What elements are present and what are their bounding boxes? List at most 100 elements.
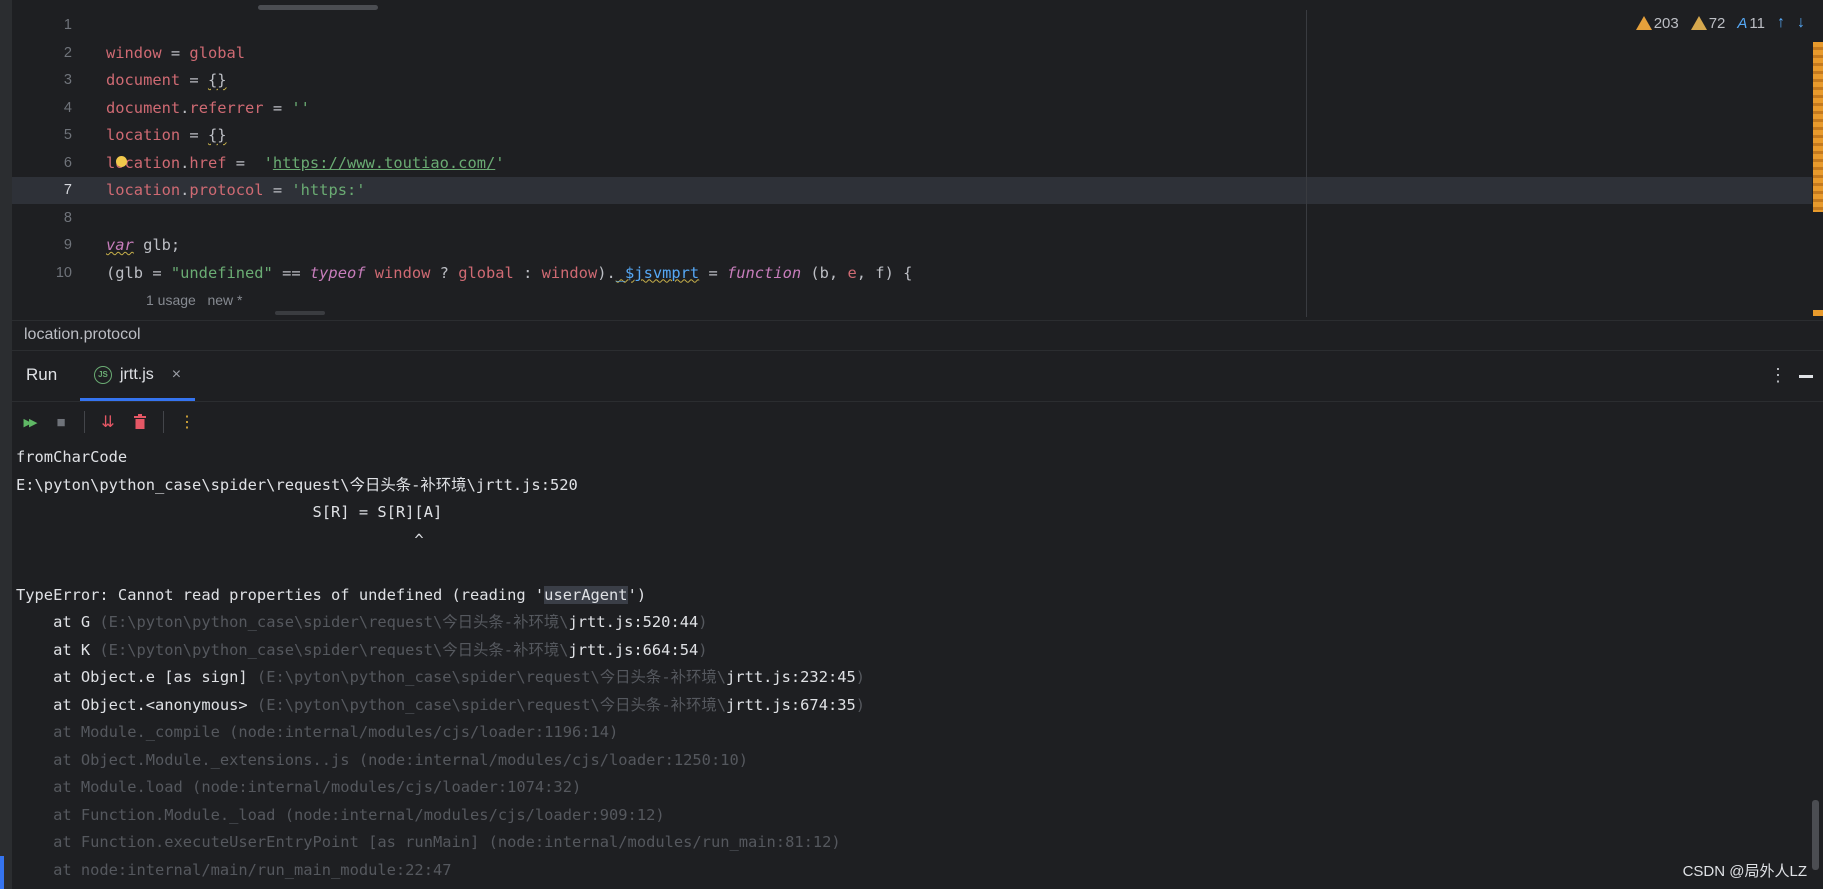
error-stripe-marker[interactable]: [1813, 310, 1823, 316]
code-token: {}: [207, 126, 227, 144]
code-token: '': [291, 98, 310, 117]
code-token: ': [495, 153, 505, 172]
breadcrumb[interactable]: location.protocol: [12, 320, 1823, 349]
stack-file-link[interactable]: jrtt.js:232:45: [726, 668, 856, 686]
code-line-2[interactable]: window = global: [106, 40, 1803, 68]
code-line-9[interactable]: var glb;: [106, 232, 1803, 260]
line-number: 1: [63, 17, 72, 33]
tab-jrtt-js[interactable]: JS jrtt.js ×: [80, 351, 196, 401]
console-line: S[R] = S[R][A]: [16, 503, 443, 521]
code-token: referrer: [189, 98, 264, 117]
internal-stack-frame: at Function.executeUserEntryPoint [as ru…: [16, 833, 841, 851]
code-token: =: [161, 43, 190, 62]
stack-at: at K: [16, 640, 100, 659]
stack-end: ): [855, 668, 866, 686]
code-token: =: [263, 98, 292, 117]
clear-trash-icon[interactable]: [131, 413, 149, 431]
console-vertical-scrollbar[interactable]: [1812, 800, 1819, 870]
line-number-gutter[interactable]: 1 2 3 4 5 6 7 8 9 10: [12, 12, 102, 287]
internal-stack-frame: at Function.Module._load (node:internal/…: [16, 805, 665, 824]
code-token: =: [180, 71, 208, 89]
code-token: global: [189, 43, 246, 62]
prev-problem-arrow-icon[interactable]: ↑: [1777, 14, 1785, 32]
lightbulb-icon[interactable]: [116, 155, 127, 167]
typo-count[interactable]: A 11: [1737, 15, 1765, 32]
code-line-10[interactable]: (glb = "undefined" == typeof window ? gl…: [106, 260, 1803, 288]
stack-file-link[interactable]: jrtt.js:674:35: [726, 696, 856, 714]
more-options-icon[interactable]: ⋮: [1769, 365, 1787, 386]
stop-icon[interactable]: ■: [52, 413, 70, 431]
stack-end: ): [855, 695, 866, 714]
selected-text[interactable]: userAgent: [544, 585, 628, 604]
code-token: function: [726, 263, 802, 282]
code-token: glb;: [133, 236, 181, 254]
stack-frame: at K (E:\pyton\python_case\spider\reques…: [16, 637, 1803, 665]
stack-end: ): [698, 613, 708, 631]
nodejs-icon: JS: [94, 365, 112, 384]
code-token: _$jsvmprt: [615, 263, 700, 282]
usage-hint[interactable]: 1 usage new *: [106, 287, 1803, 315]
stack-file-link[interactable]: jrtt.js:664:54: [569, 641, 699, 659]
line-number: 4: [63, 99, 72, 116]
error-stripe[interactable]: [1813, 42, 1823, 212]
left-tool-strip: [0, 0, 12, 889]
console-output[interactable]: fromCharCode E:\pyton\python_case\spider…: [16, 444, 1803, 889]
left-accent-bar: [0, 856, 4, 889]
close-icon[interactable]: ×: [172, 366, 181, 384]
more-icon[interactable]: ⋮: [178, 413, 196, 431]
run-title: Run: [26, 365, 58, 384]
stack-path: (E:\pyton\python_case\spider\request\今日头…: [99, 613, 569, 631]
stack-at: at Object.e [as sign]: [16, 668, 257, 686]
console-line-path[interactable]: E:\pyton\python_case\spider\request\今日头条…: [16, 472, 1803, 500]
tab-label: jrtt.js: [120, 365, 154, 383]
code-line-6[interactable]: location.href = 'https://www.toutiao.com…: [106, 150, 1803, 178]
code-hscroll[interactable]: [275, 311, 325, 315]
editor-horizontal-scrollbar[interactable]: [258, 5, 378, 10]
error-count[interactable]: 203: [1635, 15, 1679, 32]
typo-icon: A: [1737, 14, 1748, 32]
toolbar-separator: [163, 411, 164, 433]
code-editor[interactable]: 1 2 3 4 5 6 7 8 9 10 window = global doc…: [0, 0, 1823, 320]
toolbar-separator: [84, 411, 85, 433]
code-line-4[interactable]: document.referrer = '': [106, 95, 1803, 123]
code-line-3[interactable]: document = {}: [106, 67, 1803, 95]
code-token: ,: [856, 263, 876, 282]
code-token: global: [458, 263, 514, 282]
code-token: document: [106, 98, 181, 117]
code-line-5[interactable]: location = {}: [106, 122, 1803, 150]
typo-count-label: 11: [1749, 14, 1765, 32]
code-token: window: [365, 263, 431, 282]
code-token: ': [263, 153, 273, 172]
line-number: 9: [63, 237, 72, 253]
code-area[interactable]: window = global document = {} document.r…: [106, 12, 1803, 315]
scroll-to-end-icon[interactable]: ⇊: [99, 413, 117, 431]
code-line-1[interactable]: [106, 12, 1803, 40]
url-link[interactable]: https://www.toutiao.com/: [273, 154, 495, 172]
code-token: location: [106, 126, 181, 144]
code-token: ) {: [884, 263, 913, 282]
stack-path: (E:\pyton\python_case\spider\request\今日头…: [256, 695, 727, 714]
internal-stack-frame: at node:internal/main/run_main_module:22…: [16, 860, 452, 879]
next-problem-arrow-icon[interactable]: ↓: [1797, 14, 1805, 32]
line-number-current: 7: [63, 182, 72, 198]
rerun-icon[interactable]: ▶▶: [20, 413, 38, 431]
internal-stack-frame: at Object.Module._extensions..js (node:i…: [16, 750, 749, 769]
code-token: {}: [207, 71, 227, 89]
line-number: 6: [63, 154, 72, 171]
code-token: document: [106, 71, 181, 89]
line-number: 8: [63, 209, 72, 226]
line-number: 2: [63, 44, 72, 61]
code-token: window: [106, 43, 162, 62]
stack-file-link[interactable]: jrtt.js:520:44: [569, 613, 699, 631]
stack-frame: at Object.e [as sign] (E:\pyton\python_c…: [16, 664, 1803, 692]
inspection-widget[interactable]: 203 72 A 11 ↑ ↓: [1635, 14, 1805, 32]
warning-count[interactable]: 72: [1690, 15, 1725, 32]
code-token: typeof: [309, 263, 366, 282]
stack-path: (E:\pyton\python_case\spider\request\今日头…: [256, 668, 727, 686]
right-margin-guide: [1306, 10, 1307, 317]
code-token: window: [541, 263, 598, 282]
minimize-icon[interactable]: [1799, 375, 1813, 378]
code-line-7[interactable]: location.protocol = 'https:': [106, 177, 1803, 205]
code-line-8[interactable]: [106, 205, 1803, 233]
stack-end: ): [698, 640, 708, 659]
